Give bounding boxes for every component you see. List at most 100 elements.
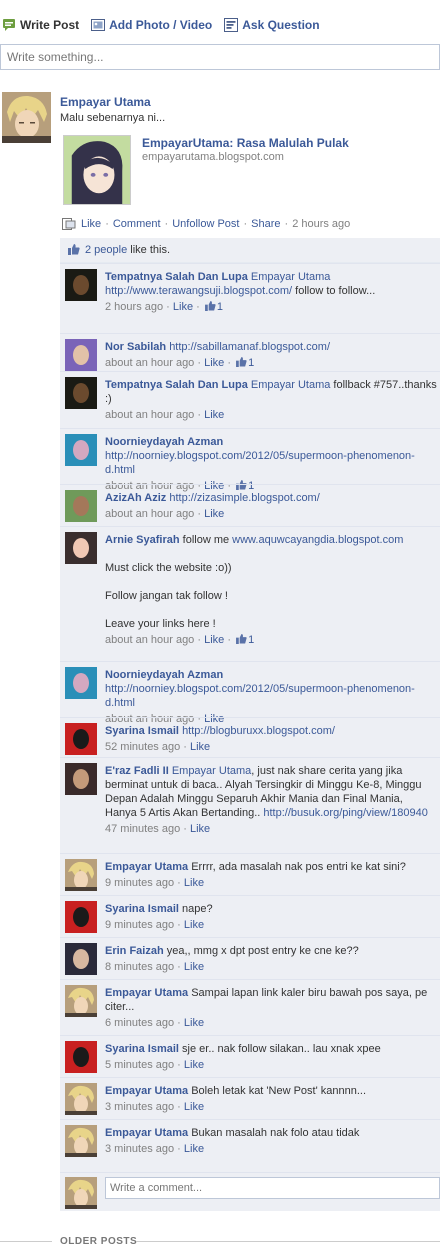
comment-author[interactable]: Noornieydayah Azman — [105, 669, 223, 681]
comment-timestamp[interactable]: about an hour ago — [105, 634, 194, 646]
avatar[interactable] — [65, 269, 97, 301]
comment-author[interactable]: Arnie Syafirah — [105, 534, 180, 546]
post-author[interactable]: Empayar Utama — [60, 95, 151, 109]
comment-author[interactable]: Empayar Utama — [105, 861, 188, 873]
separator-dot: · — [224, 357, 235, 369]
comment-timestamp[interactable]: 3 minutes ago — [105, 1101, 174, 1113]
shared-link-title[interactable]: EmpayarUtama: Rasa Malulah Pulak — [142, 136, 349, 150]
comment-author[interactable]: Erin Faizah — [105, 945, 164, 957]
write-post-tab[interactable]: Write Post — [2, 18, 79, 32]
comment-link[interactable]: http://zizasimple.blogspot.com/ — [169, 492, 319, 504]
comment-author[interactable]: Empayar Utama — [105, 1127, 188, 1139]
avatar[interactable] — [65, 377, 97, 409]
comment-like-link[interactable]: Like — [184, 919, 204, 931]
ask-question-label: Ask Question — [242, 18, 320, 32]
comment-author[interactable]: Syarina Ismail — [105, 1043, 179, 1055]
comment-timestamp[interactable]: 9 minutes ago — [105, 877, 174, 889]
ask-question-tab[interactable]: Ask Question — [224, 18, 320, 32]
comment-like-link[interactable]: Like — [184, 1017, 204, 1029]
comment-text: nape? — [179, 903, 213, 915]
shared-link-thumbnail[interactable] — [63, 135, 131, 205]
post-share-link[interactable]: Share — [251, 218, 280, 230]
composer-input[interactable]: Write something... — [0, 44, 440, 70]
comment-link[interactable]: www.aquwcayangdia.blogspot.com — [232, 534, 403, 546]
comment-link[interactable]: http://noorniey.blogspot.com/2012/05/sup… — [105, 683, 415, 709]
comment-link[interactable]: Empayar Utama — [172, 765, 251, 777]
comment-author[interactable]: AzizAh Aziz — [105, 492, 166, 504]
likes-count-link[interactable]: 2 people — [85, 244, 127, 256]
comment-timestamp[interactable]: 47 minutes ago — [105, 823, 180, 835]
avatar[interactable] — [65, 901, 97, 933]
comment-timestamp[interactable]: 2 hours ago — [105, 301, 163, 313]
avatar[interactable] — [65, 667, 97, 699]
comment-author[interactable]: E'raz Fadli II — [105, 765, 169, 777]
comment-like-link[interactable]: Like — [204, 357, 224, 369]
shared-link-url: empayarutama.blogspot.com — [142, 151, 284, 163]
comment-author[interactable]: Noornieydayah Azman — [105, 436, 223, 448]
comment-meta: 52 minutes ago · Like — [105, 740, 437, 754]
comment-like-link[interactable]: Like — [204, 508, 224, 520]
avatar[interactable] — [65, 1041, 97, 1073]
avatar[interactable] — [65, 859, 97, 891]
comment-author[interactable]: Syarina Ismail — [105, 903, 179, 915]
avatar[interactable] — [65, 763, 97, 795]
comment-like-link[interactable]: Like — [190, 741, 210, 753]
comment-timestamp[interactable]: 8 minutes ago — [105, 961, 174, 973]
separator-dot: · — [224, 634, 235, 646]
comment-author[interactable]: Tempatnya Salah Dan Lupa — [105, 271, 248, 283]
comment-author[interactable]: Tempatnya Salah Dan Lupa — [105, 379, 248, 391]
comment-link[interactable]: http://blogburuxx.blogspot.com/ — [182, 725, 335, 737]
comment-timestamp[interactable]: 6 minutes ago — [105, 1017, 174, 1029]
comment-item: E'raz Fadli II Empayar Utama, just nak s… — [60, 757, 440, 853]
older-posts-link[interactable]: OLDER POSTS — [60, 1236, 137, 1247]
avatar[interactable] — [65, 1083, 97, 1115]
comment-like-link[interactable]: Like — [184, 1059, 204, 1071]
add-photo-video-tab[interactable]: Add Photo / Video — [91, 18, 212, 32]
comment-like-link[interactable]: Like — [184, 961, 204, 973]
post-like-link[interactable]: Like — [81, 218, 101, 230]
comment-timestamp[interactable]: 5 minutes ago — [105, 1059, 174, 1071]
comment-like-link[interactable]: Like — [204, 409, 224, 421]
comment-like-link[interactable]: Like — [184, 1101, 204, 1113]
comment-author[interactable]: Nor Sabilah — [105, 341, 166, 353]
comment-link[interactable]: http://noorniey.blogspot.com/2012/05/sup… — [105, 450, 415, 476]
comment-item: Syarina Ismail sje er.. nak follow silak… — [60, 1035, 440, 1077]
comment-like-count[interactable]: 1 — [248, 357, 254, 369]
comment-like-count[interactable]: 1 — [248, 634, 254, 646]
separator-dot: · — [174, 1059, 184, 1071]
avatar[interactable] — [65, 1125, 97, 1157]
avatar[interactable] — [65, 943, 97, 975]
post-timestamp[interactable]: 2 hours ago — [292, 218, 350, 230]
unfollow-post-link[interactable]: Unfollow Post — [172, 218, 239, 230]
comment-timestamp[interactable]: 3 minutes ago — [105, 1143, 174, 1155]
comment-author[interactable]: Empayar Utama — [105, 987, 188, 999]
avatar[interactable] — [65, 339, 97, 371]
comment-link[interactable]: http://busuk.org/ping/view/180940 — [263, 807, 428, 819]
comment-link[interactable]: http://sabillamanaf.blogspot.com/ — [169, 341, 330, 353]
comment-author[interactable]: Syarina Ismail — [105, 725, 179, 737]
comment-timestamp[interactable]: 9 minutes ago — [105, 919, 174, 931]
avatar[interactable] — [65, 532, 97, 564]
comment-link[interactable]: Empayar Utama — [251, 271, 330, 283]
comment-like-link[interactable]: Like — [184, 1143, 204, 1155]
comment-link[interactable]: http://www.terawangsuji.blogspot.com/ — [105, 285, 292, 297]
write-comment-input[interactable]: Write a comment... — [105, 1177, 440, 1199]
comment-timestamp[interactable]: 52 minutes ago — [105, 741, 180, 753]
comment-like-link[interactable]: Like — [173, 301, 193, 313]
comment-link[interactable]: Empayar Utama — [251, 379, 330, 391]
comment-like-link[interactable]: Like — [204, 634, 224, 646]
comment-timestamp[interactable]: about an hour ago — [105, 357, 194, 369]
avatar[interactable] — [65, 490, 97, 522]
comment-like-count[interactable]: 1 — [217, 301, 223, 313]
comment-text: Bukan masalah nak folo atau tidak — [188, 1127, 360, 1139]
comment-like-link[interactable]: Like — [190, 823, 210, 835]
comment-timestamp[interactable]: about an hour ago — [105, 409, 194, 421]
post-comment-link[interactable]: Comment — [113, 218, 161, 230]
comment-like-link[interactable]: Like — [184, 877, 204, 889]
avatar[interactable] — [65, 985, 97, 1017]
comment-author[interactable]: Empayar Utama — [105, 1085, 188, 1097]
author-avatar[interactable] — [2, 92, 51, 143]
comment-timestamp[interactable]: about an hour ago — [105, 508, 194, 520]
avatar[interactable] — [65, 723, 97, 755]
avatar[interactable] — [65, 434, 97, 466]
